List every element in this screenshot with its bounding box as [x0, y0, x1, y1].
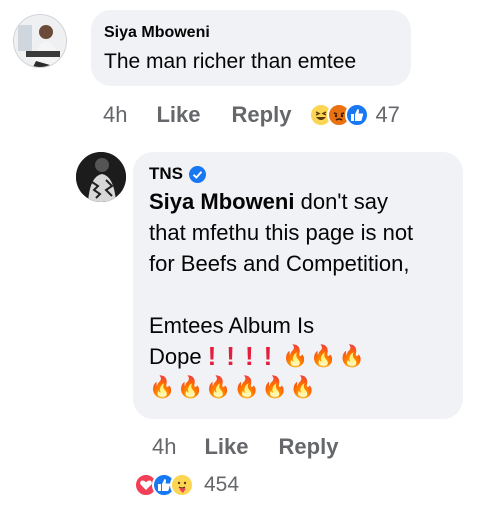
reply-meta-row: 4h Like Reply [152, 434, 338, 460]
care-icon [170, 473, 194, 497]
reaction-count[interactable]: 47 [375, 102, 399, 128]
avatar-tns[interactable] [76, 152, 126, 202]
comment-meta-row: 4h Like Reply 47 [103, 102, 400, 128]
comment-text: The man richer than emtee [104, 50, 357, 73]
reply-word-dope: Dope [149, 344, 202, 369]
comment-bubble: Siya Mboweni The man richer than emtee [91, 10, 411, 86]
fire-emoji-row-icon: 🔥🔥🔥🔥🔥🔥 [149, 376, 318, 399]
comment-author[interactable]: Siya Mboweni [104, 24, 210, 42]
reply-line-1: Siya Mboweni don't say [149, 186, 459, 217]
reaction-summary[interactable] [309, 103, 370, 127]
exclamation-emoji-icon: ! [244, 341, 254, 371]
reply-timestamp[interactable]: 4h [152, 434, 176, 460]
reply-button[interactable]: Reply [232, 102, 292, 128]
reply-line-4: Emtees Album Is [149, 313, 315, 338]
comment-timestamp[interactable]: 4h [103, 102, 127, 128]
reply-button[interactable]: Reply [279, 434, 339, 460]
reply-text: Siya Mboweni don't say that mfethu this … [149, 186, 459, 403]
like-button[interactable]: Like [156, 102, 200, 128]
exclamation-emoji-icon: ! [207, 341, 217, 371]
reply-author[interactable]: TNS [149, 164, 183, 184]
avatar-photo-icon [76, 152, 126, 202]
reaction-count[interactable]: 454 [204, 473, 239, 497]
reply-line-3: for Beefs and Competition, [149, 251, 410, 276]
avatar-photo-icon [14, 15, 66, 67]
verified-badge-icon [189, 165, 206, 183]
like-icon [345, 103, 370, 127]
reply-line-2: that mfethu this page is not [149, 220, 414, 245]
exclamation-emoji-icon: ! [263, 341, 273, 371]
reply-bubble: TNS Siya Mboweni don't say that mfethu t… [133, 152, 463, 419]
mention-link[interactable]: Siya Mboweni [149, 189, 294, 214]
reply-line-1-rest: don't say [294, 189, 388, 214]
reply-reaction-summary[interactable]: 454 [134, 472, 239, 498]
avatar-siya-mboweni[interactable] [13, 14, 67, 68]
fire-emoji-icon: 🔥🔥🔥 [282, 345, 367, 368]
like-button[interactable]: Like [204, 434, 248, 460]
reply-line-5: Dope ! ! ! ! 🔥🔥🔥 [149, 341, 459, 372]
exclamation-emoji-icon: ! [226, 341, 235, 371]
